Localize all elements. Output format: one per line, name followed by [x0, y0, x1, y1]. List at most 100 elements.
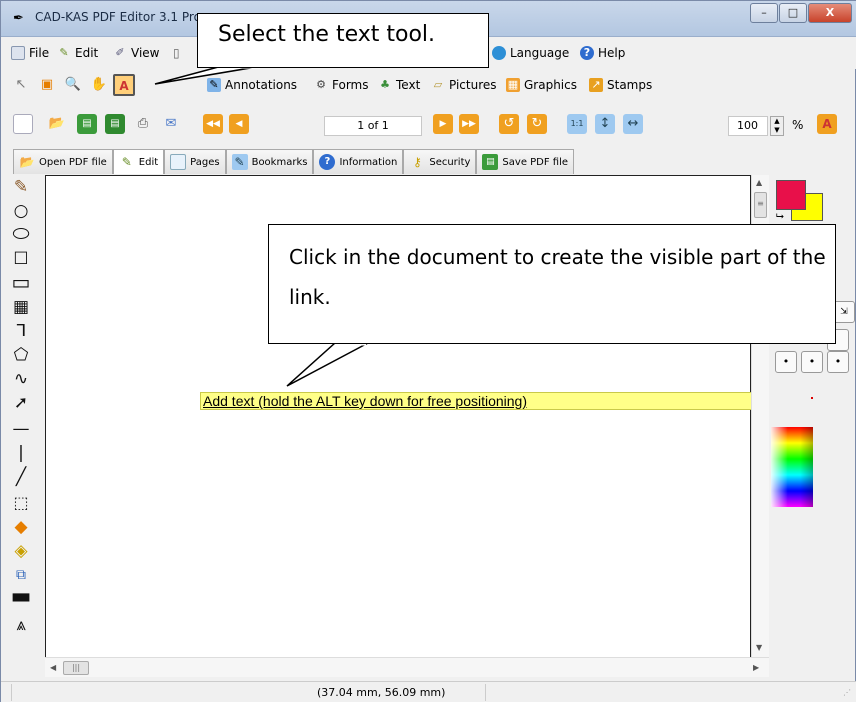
next-page-icon[interactable]: ▶ — [433, 114, 453, 134]
stamps-icon: ↗ — [589, 78, 603, 92]
tab-label: Save PDF file — [502, 156, 569, 168]
category-forms[interactable]: ⚙ Forms — [314, 78, 368, 92]
pen-icon: ✎ — [121, 155, 132, 169]
rotate-left-icon[interactable]: ↺ — [499, 114, 519, 134]
crop-icon[interactable]: ⧉ — [9, 564, 33, 586]
print-icon[interactable]: ⎙ — [133, 114, 153, 134]
category-annotations[interactable]: ✎ Annotations — [207, 78, 297, 92]
scroll-right-icon[interactable]: ▶ — [753, 663, 759, 672]
tab-security[interactable]: ⚷ Security — [403, 149, 477, 174]
fill-bucket-icon[interactable]: ◆ — [9, 516, 33, 538]
app-pen-icon: ✒ — [13, 11, 24, 26]
save-as-icon[interactable]: ▤ — [105, 114, 125, 134]
text-tool-icon[interactable]: A — [113, 74, 135, 96]
vertical-scroll-thumb[interactable]: ≡ — [754, 192, 767, 218]
foreground-color-swatch[interactable] — [776, 180, 806, 210]
vertical-line-icon[interactable]: | — [9, 442, 33, 464]
tab-pages[interactable]: Pages — [164, 149, 226, 174]
menu-view[interactable]: ✐ View — [113, 46, 159, 60]
resize-grip-icon[interactable]: ⋰ — [843, 688, 851, 697]
line-style-icon[interactable]: ⇲ — [833, 301, 855, 323]
dot-medium-button[interactable]: • — [801, 351, 823, 373]
annotation-icon: ✎ — [207, 78, 221, 92]
fit-height-icon[interactable]: ↕ — [595, 114, 615, 134]
help-icon: ? — [580, 46, 594, 60]
zoom-unit: % — [792, 118, 804, 132]
dot-large-button[interactable]: • — [827, 351, 849, 373]
menu-help-label: Help — [598, 46, 626, 60]
scroll-down-icon[interactable]: ▼ — [756, 643, 762, 652]
category-graphics[interactable]: ▦ Graphics — [506, 78, 577, 92]
polyline-icon[interactable]: ᒣ — [9, 320, 33, 342]
rotate-right-icon[interactable]: ↻ — [527, 114, 547, 134]
tab-information[interactable]: ? Information — [313, 149, 404, 174]
dot-small-button[interactable]: • — [775, 351, 797, 373]
cursor-coordinates: (37.04 mm, 56.09 mm) — [317, 686, 446, 699]
save-icon[interactable]: ▤ — [77, 114, 97, 134]
actual-size-icon[interactable]: 1:1 — [567, 114, 587, 134]
add-text-field[interactable]: Add text (hold the ALT key down for free… — [200, 392, 752, 410]
text-properties-icon[interactable]: A — [817, 114, 837, 134]
horizontal-line-icon[interactable]: — — [9, 418, 33, 440]
swap-colors-icon[interactable]: ⮡ — [776, 211, 784, 222]
category-annotations-label: Annotations — [225, 78, 298, 92]
category-text-label: Text — [396, 78, 421, 92]
close-button[interactable]: X — [808, 3, 852, 23]
category-pictures[interactable]: ▱ Pictures — [431, 78, 497, 92]
curve-icon[interactable]: ∿ — [9, 368, 33, 390]
eye-icon: ✐ — [115, 46, 125, 59]
previous-page-icon[interactable]: ◀ — [229, 114, 249, 134]
menu-help[interactable]: ? Help — [580, 46, 625, 60]
freehand-pen-icon[interactable]: ✎ — [9, 176, 33, 198]
caret-icon[interactable]: ⩓ — [9, 614, 33, 636]
menu-view-label: View — [131, 46, 160, 60]
scroll-up-icon[interactable]: ▲ — [756, 178, 762, 187]
menu-file[interactable]: File — [11, 46, 49, 60]
select-box-tool-icon[interactable]: ▣ — [37, 75, 57, 95]
scroll-left-icon[interactable]: ◀ — [50, 663, 56, 672]
category-pictures-label: Pictures — [449, 78, 497, 92]
graphics-icon: ▦ — [506, 78, 520, 92]
polygon-icon[interactable]: ⬠ — [9, 344, 33, 366]
selection-rect-icon[interactable]: ⬚ — [9, 492, 33, 514]
tab-label: Pages — [190, 156, 220, 168]
zoom-input[interactable]: 100 — [728, 116, 768, 136]
category-stamps[interactable]: ↗ Stamps — [589, 78, 652, 92]
hand-tool-icon[interactable]: ✋ — [89, 75, 109, 95]
square-icon[interactable]: ☐ — [9, 248, 33, 270]
open-folder-icon[interactable]: 📂 — [47, 114, 67, 134]
new-document-icon[interactable] — [13, 114, 33, 134]
circle-icon[interactable]: ○ — [9, 200, 33, 222]
magic-fill-icon[interactable]: ◈ — [9, 540, 33, 562]
first-page-icon[interactable]: ◀◀ — [203, 114, 223, 134]
last-page-icon[interactable]: ▶▶ — [459, 114, 479, 134]
zoom-tool-icon[interactable]: 🔍 — [63, 75, 83, 95]
fit-width-icon[interactable]: ↔ — [623, 114, 643, 134]
color-spectrum-picker[interactable] — [771, 427, 813, 507]
tab-save-pdf[interactable]: ▤ Save PDF file — [476, 149, 575, 174]
tab-bookmarks[interactable]: ✎ Bookmarks — [225, 149, 314, 174]
rectangle-icon[interactable]: ▭ — [9, 272, 33, 294]
zoom-stepper[interactable]: ▲ ▼ — [770, 116, 784, 136]
text-category-icon: ♣ — [380, 78, 390, 91]
tab-open-pdf[interactable]: 📂 Open PDF file — [13, 149, 113, 174]
table-icon[interactable]: ▦ — [9, 296, 33, 318]
email-icon[interactable]: ✉ — [161, 114, 181, 134]
menu-edit[interactable]: ✎ Edit — [57, 46, 98, 60]
minimize-button[interactable]: – — [750, 3, 778, 23]
ellipse-icon[interactable]: ⬭ — [9, 223, 33, 246]
maximize-button[interactable]: □ — [779, 3, 807, 23]
horizontal-scroll-thumb[interactable]: ||| — [63, 661, 89, 675]
menu-language[interactable]: Language — [492, 46, 569, 60]
diagonal-line-icon[interactable]: ╱ — [9, 466, 33, 488]
thick-line-icon[interactable]: ▬ — [9, 586, 33, 610]
tool-bar: ↖ ▣ 🔍 ✋ A ✎ Annotations ⚙ Forms ♣ Text ▱… — [1, 69, 856, 103]
tab-edit[interactable]: ✎ Edit — [112, 149, 165, 174]
pointer-tool-icon[interactable]: ↖ — [11, 75, 31, 95]
category-forms-label: Forms — [332, 78, 369, 92]
app-window: ✒ CAD-KAS PDF Editor 3.1 Pro – □ X File … — [0, 0, 856, 702]
page-indicator[interactable]: 1 of 1 — [324, 116, 422, 136]
category-text[interactable]: ♣ Text — [378, 78, 420, 92]
arrow-icon[interactable]: ➚ — [9, 392, 33, 414]
horizontal-scrollbar[interactable]: ◀ ||| ▶ — [45, 657, 769, 677]
